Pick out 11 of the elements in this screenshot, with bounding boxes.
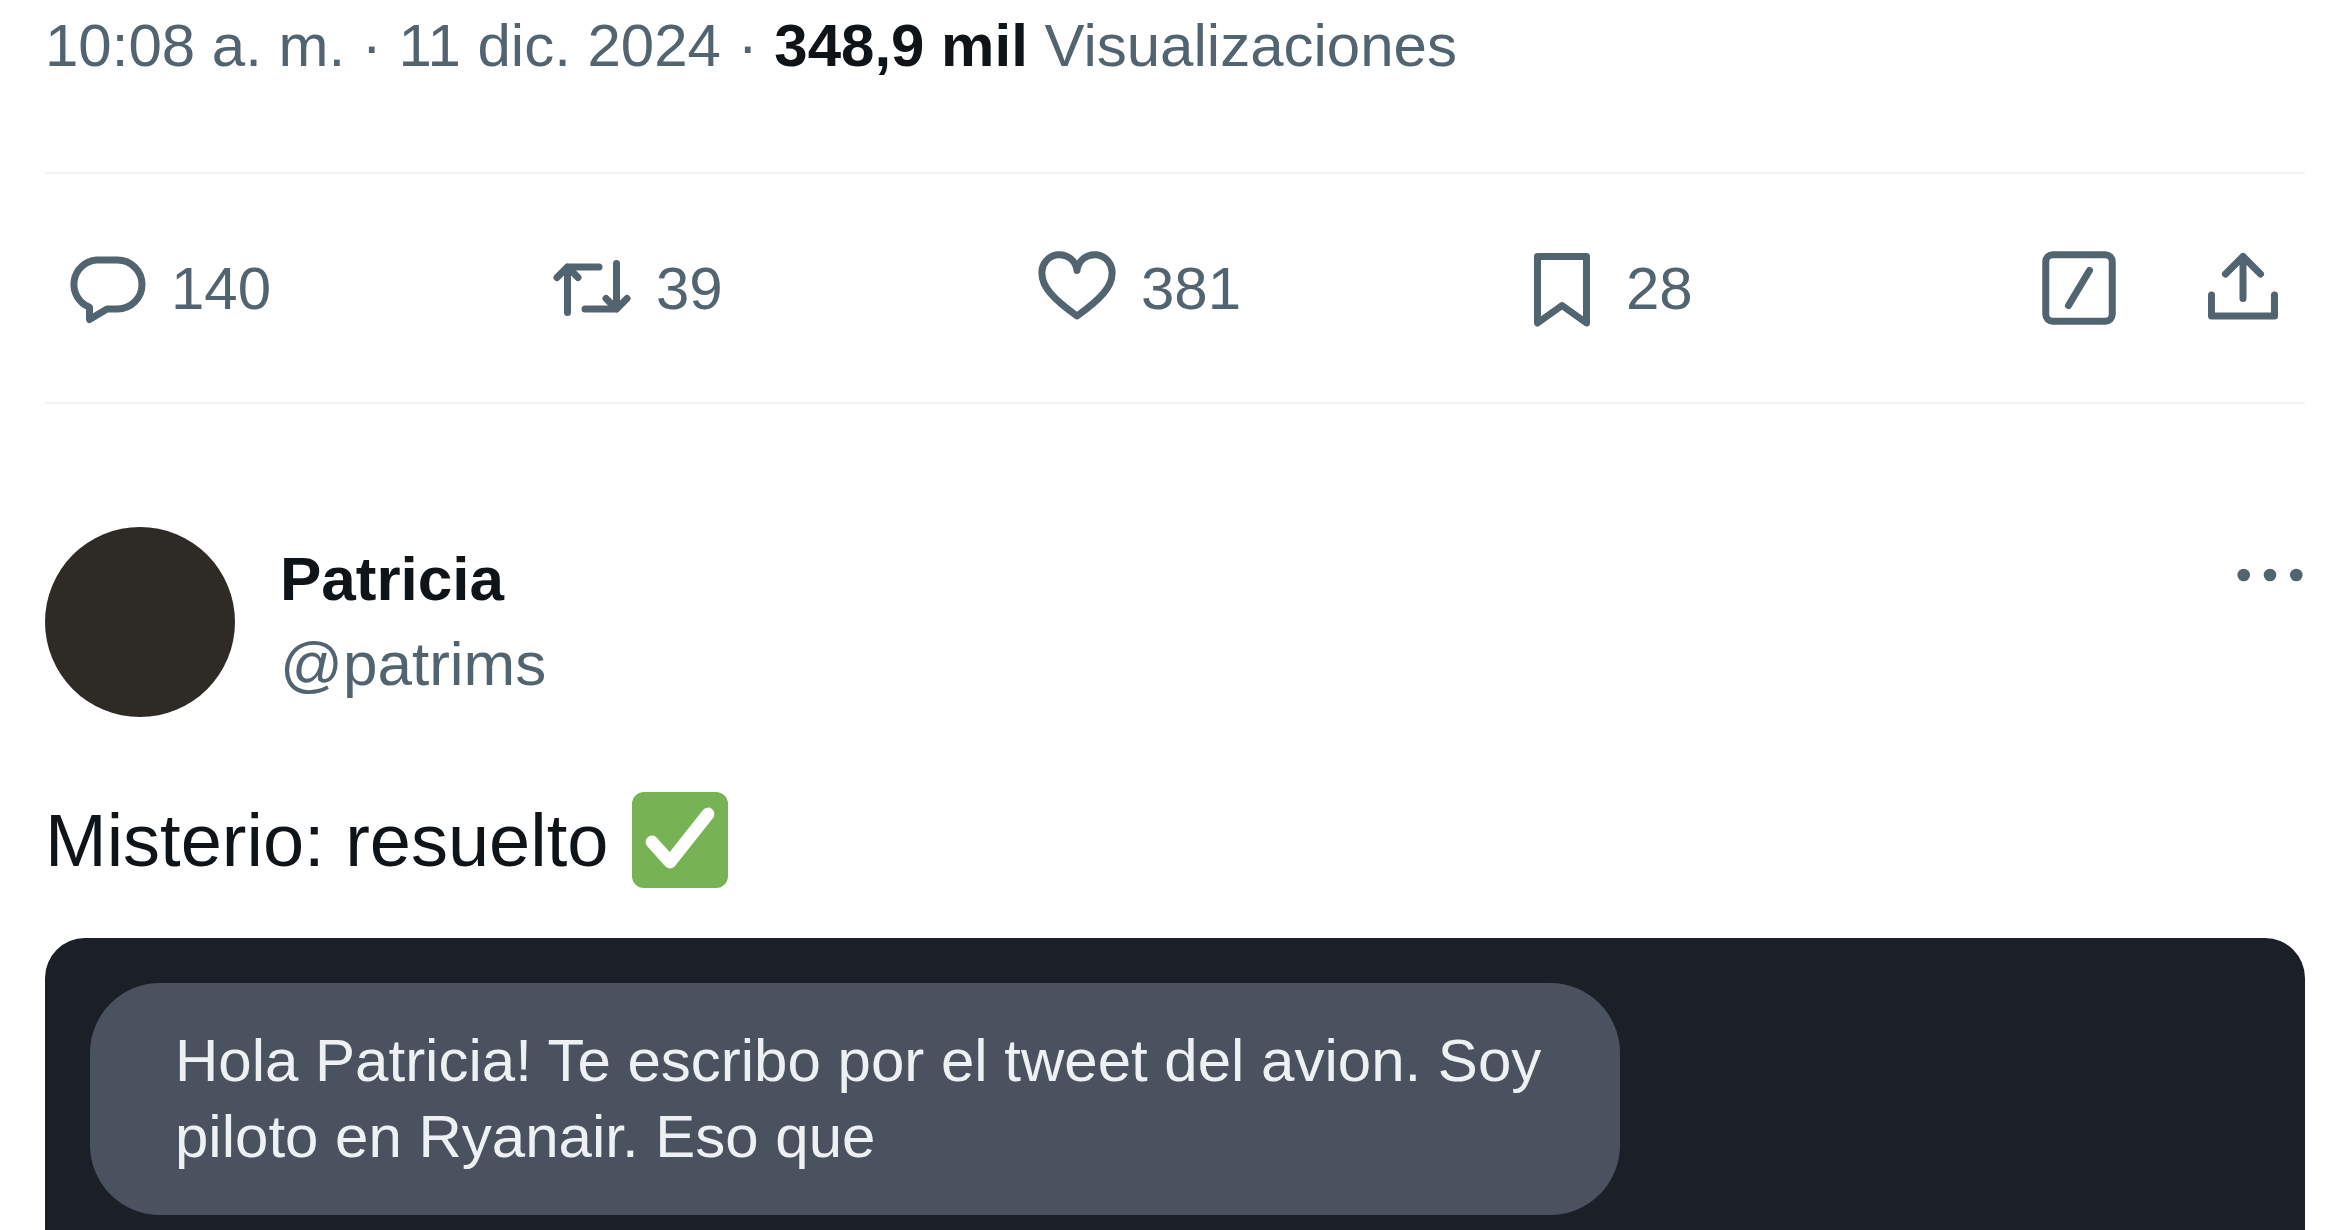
reply-button[interactable]: 140: [45, 246, 530, 330]
bookmark-button[interactable]: 28: [1500, 246, 1985, 330]
check-mark-icon: [632, 792, 729, 888]
author-handle[interactable]: @patrims: [280, 619, 547, 709]
tweet-meta: 10:08 a. m. · 11 dic. 2024 · 348,9 mil Visualizaciones: [45, 11, 1458, 81]
message-text: Hola Patricia! Te escribo por el tweet del avion. Soy piloto en Ryanair. Eso que: [175, 1027, 1542, 1170]
like-button[interactable]: 381: [1015, 246, 1500, 330]
author-name[interactable]: Patricia: [280, 539, 547, 619]
tweet-text: Misterio: resuelto: [45, 797, 609, 883]
more-icon[interactable]: [2235, 567, 2305, 583]
repost-button[interactable]: 39: [530, 246, 1015, 330]
